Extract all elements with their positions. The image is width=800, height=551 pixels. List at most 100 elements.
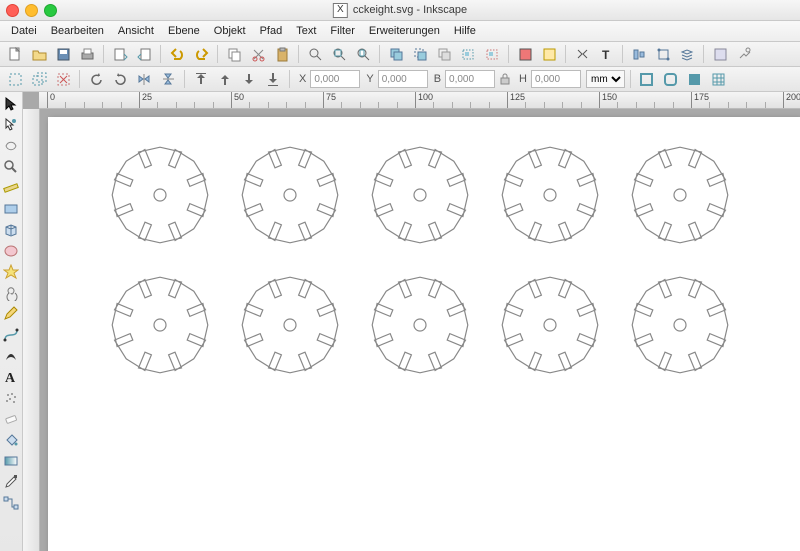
align-dialog-button[interactable]: [628, 43, 650, 65]
ungroup-button[interactable]: [481, 43, 503, 65]
menubar: Datei Bearbeiten Ansicht Ebene Objekt Pf…: [0, 21, 800, 42]
lock-aspect-button[interactable]: [497, 68, 513, 90]
copy-button[interactable]: [223, 43, 245, 65]
zoom-page-button[interactable]: [352, 43, 374, 65]
clone-button[interactable]: [409, 43, 431, 65]
bezier-tool[interactable]: [1, 325, 21, 345]
flip-horizontal-button[interactable]: [133, 68, 155, 90]
gradient-tool[interactable]: [1, 451, 21, 471]
new-document-button[interactable]: [4, 43, 26, 65]
save-button[interactable]: [52, 43, 74, 65]
gear-shape[interactable]: [238, 143, 342, 247]
transform-dialog-button[interactable]: [652, 43, 674, 65]
export-button[interactable]: [133, 43, 155, 65]
open-button[interactable]: [28, 43, 50, 65]
gear-shape[interactable]: [108, 143, 212, 247]
w-label: B: [434, 73, 441, 85]
gear-shape[interactable]: [498, 273, 602, 377]
zoom-drawing-button[interactable]: [328, 43, 350, 65]
unit-select[interactable]: mm: [586, 70, 625, 88]
text-tool[interactable]: A: [1, 367, 21, 387]
duplicate-button[interactable]: [385, 43, 407, 65]
gear-shape[interactable]: [238, 273, 342, 377]
x-input[interactable]: [310, 70, 360, 88]
eraser-tool[interactable]: [1, 409, 21, 429]
paint-bucket-tool[interactable]: [1, 430, 21, 450]
cut-button[interactable]: [247, 43, 269, 65]
window-title: X cckeight.svg - Inkscape: [333, 3, 467, 18]
menu-pfad[interactable]: Pfad: [253, 25, 290, 37]
gear-shape[interactable]: [628, 143, 732, 247]
lower-button[interactable]: [238, 68, 260, 90]
width-input[interactable]: [445, 70, 495, 88]
minimize-window-button[interactable]: [25, 4, 38, 17]
deselect-button[interactable]: [52, 68, 74, 90]
window-title-text: cckeight.svg - Inkscape: [353, 4, 467, 16]
raise-button[interactable]: [214, 68, 236, 90]
text-dialog-button[interactable]: [538, 43, 560, 65]
spiral-tool[interactable]: [1, 283, 21, 303]
preferences-dialog-button[interactable]: [709, 43, 731, 65]
document-properties-button[interactable]: [733, 43, 755, 65]
select-all-button[interactable]: [4, 68, 26, 90]
dropper-tool[interactable]: [1, 472, 21, 492]
gear-shape[interactable]: [368, 273, 472, 377]
redo-button[interactable]: [190, 43, 212, 65]
menu-objekt[interactable]: Objekt: [207, 25, 253, 37]
menu-filter[interactable]: Filter: [323, 25, 361, 37]
unlink-clone-button[interactable]: [433, 43, 455, 65]
menu-ebene[interactable]: Ebene: [161, 25, 207, 37]
text-tool-dialog-button[interactable]: T: [595, 43, 617, 65]
select-all-layers-button[interactable]: [28, 68, 50, 90]
gear-shape[interactable]: [368, 143, 472, 247]
fill-stroke-dialog-button[interactable]: [514, 43, 536, 65]
selector-tool[interactable]: [1, 94, 21, 114]
calligraphy-tool[interactable]: [1, 346, 21, 366]
gear-shape[interactable]: [498, 143, 602, 247]
affect-stroke-button[interactable]: [636, 68, 658, 90]
zoom-window-button[interactable]: [44, 4, 57, 17]
print-button[interactable]: [76, 43, 98, 65]
horizontal-ruler[interactable]: 0255075100125150175200: [39, 92, 800, 109]
group-button[interactable]: [457, 43, 479, 65]
flip-vertical-button[interactable]: [157, 68, 179, 90]
node-tool[interactable]: [1, 115, 21, 135]
rotate-ccw-button[interactable]: [85, 68, 107, 90]
ellipse-tool[interactable]: [1, 241, 21, 261]
rectangle-tool[interactable]: [1, 199, 21, 219]
affect-pattern-button[interactable]: [708, 68, 730, 90]
menu-erweiterungen[interactable]: Erweiterungen: [362, 25, 447, 37]
star-tool[interactable]: [1, 262, 21, 282]
layers-dialog-button[interactable]: [676, 43, 698, 65]
undo-button[interactable]: [166, 43, 188, 65]
gear-shape[interactable]: [628, 273, 732, 377]
canvas[interactable]: [40, 109, 800, 551]
zoom-tool[interactable]: [1, 157, 21, 177]
vertical-ruler[interactable]: [23, 109, 40, 551]
menu-hilfe[interactable]: Hilfe: [447, 25, 483, 37]
gear-shape[interactable]: [108, 273, 212, 377]
affect-gradient-button[interactable]: [684, 68, 706, 90]
tweak-tool[interactable]: [1, 136, 21, 156]
affect-corners-button[interactable]: [660, 68, 682, 90]
zoom-selection-button[interactable]: [304, 43, 326, 65]
pencil-tool[interactable]: [1, 304, 21, 324]
menu-ansicht[interactable]: Ansicht: [111, 25, 161, 37]
height-input[interactable]: [531, 70, 581, 88]
y-input[interactable]: [378, 70, 428, 88]
rotate-cw-button[interactable]: [109, 68, 131, 90]
close-window-button[interactable]: [6, 4, 19, 17]
window-titlebar: X cckeight.svg - Inkscape: [0, 0, 800, 21]
import-button[interactable]: [109, 43, 131, 65]
menu-datei[interactable]: Datei: [4, 25, 44, 37]
spray-tool[interactable]: [1, 388, 21, 408]
menu-text[interactable]: Text: [289, 25, 323, 37]
xml-editor-button[interactable]: [571, 43, 593, 65]
lower-bottom-button[interactable]: [262, 68, 284, 90]
connector-tool[interactable]: [1, 493, 21, 513]
menu-bearbeiten[interactable]: Bearbeiten: [44, 25, 111, 37]
paste-button[interactable]: [271, 43, 293, 65]
raise-top-button[interactable]: [190, 68, 212, 90]
measure-tool[interactable]: [1, 178, 21, 198]
3dbox-tool[interactable]: [1, 220, 21, 240]
